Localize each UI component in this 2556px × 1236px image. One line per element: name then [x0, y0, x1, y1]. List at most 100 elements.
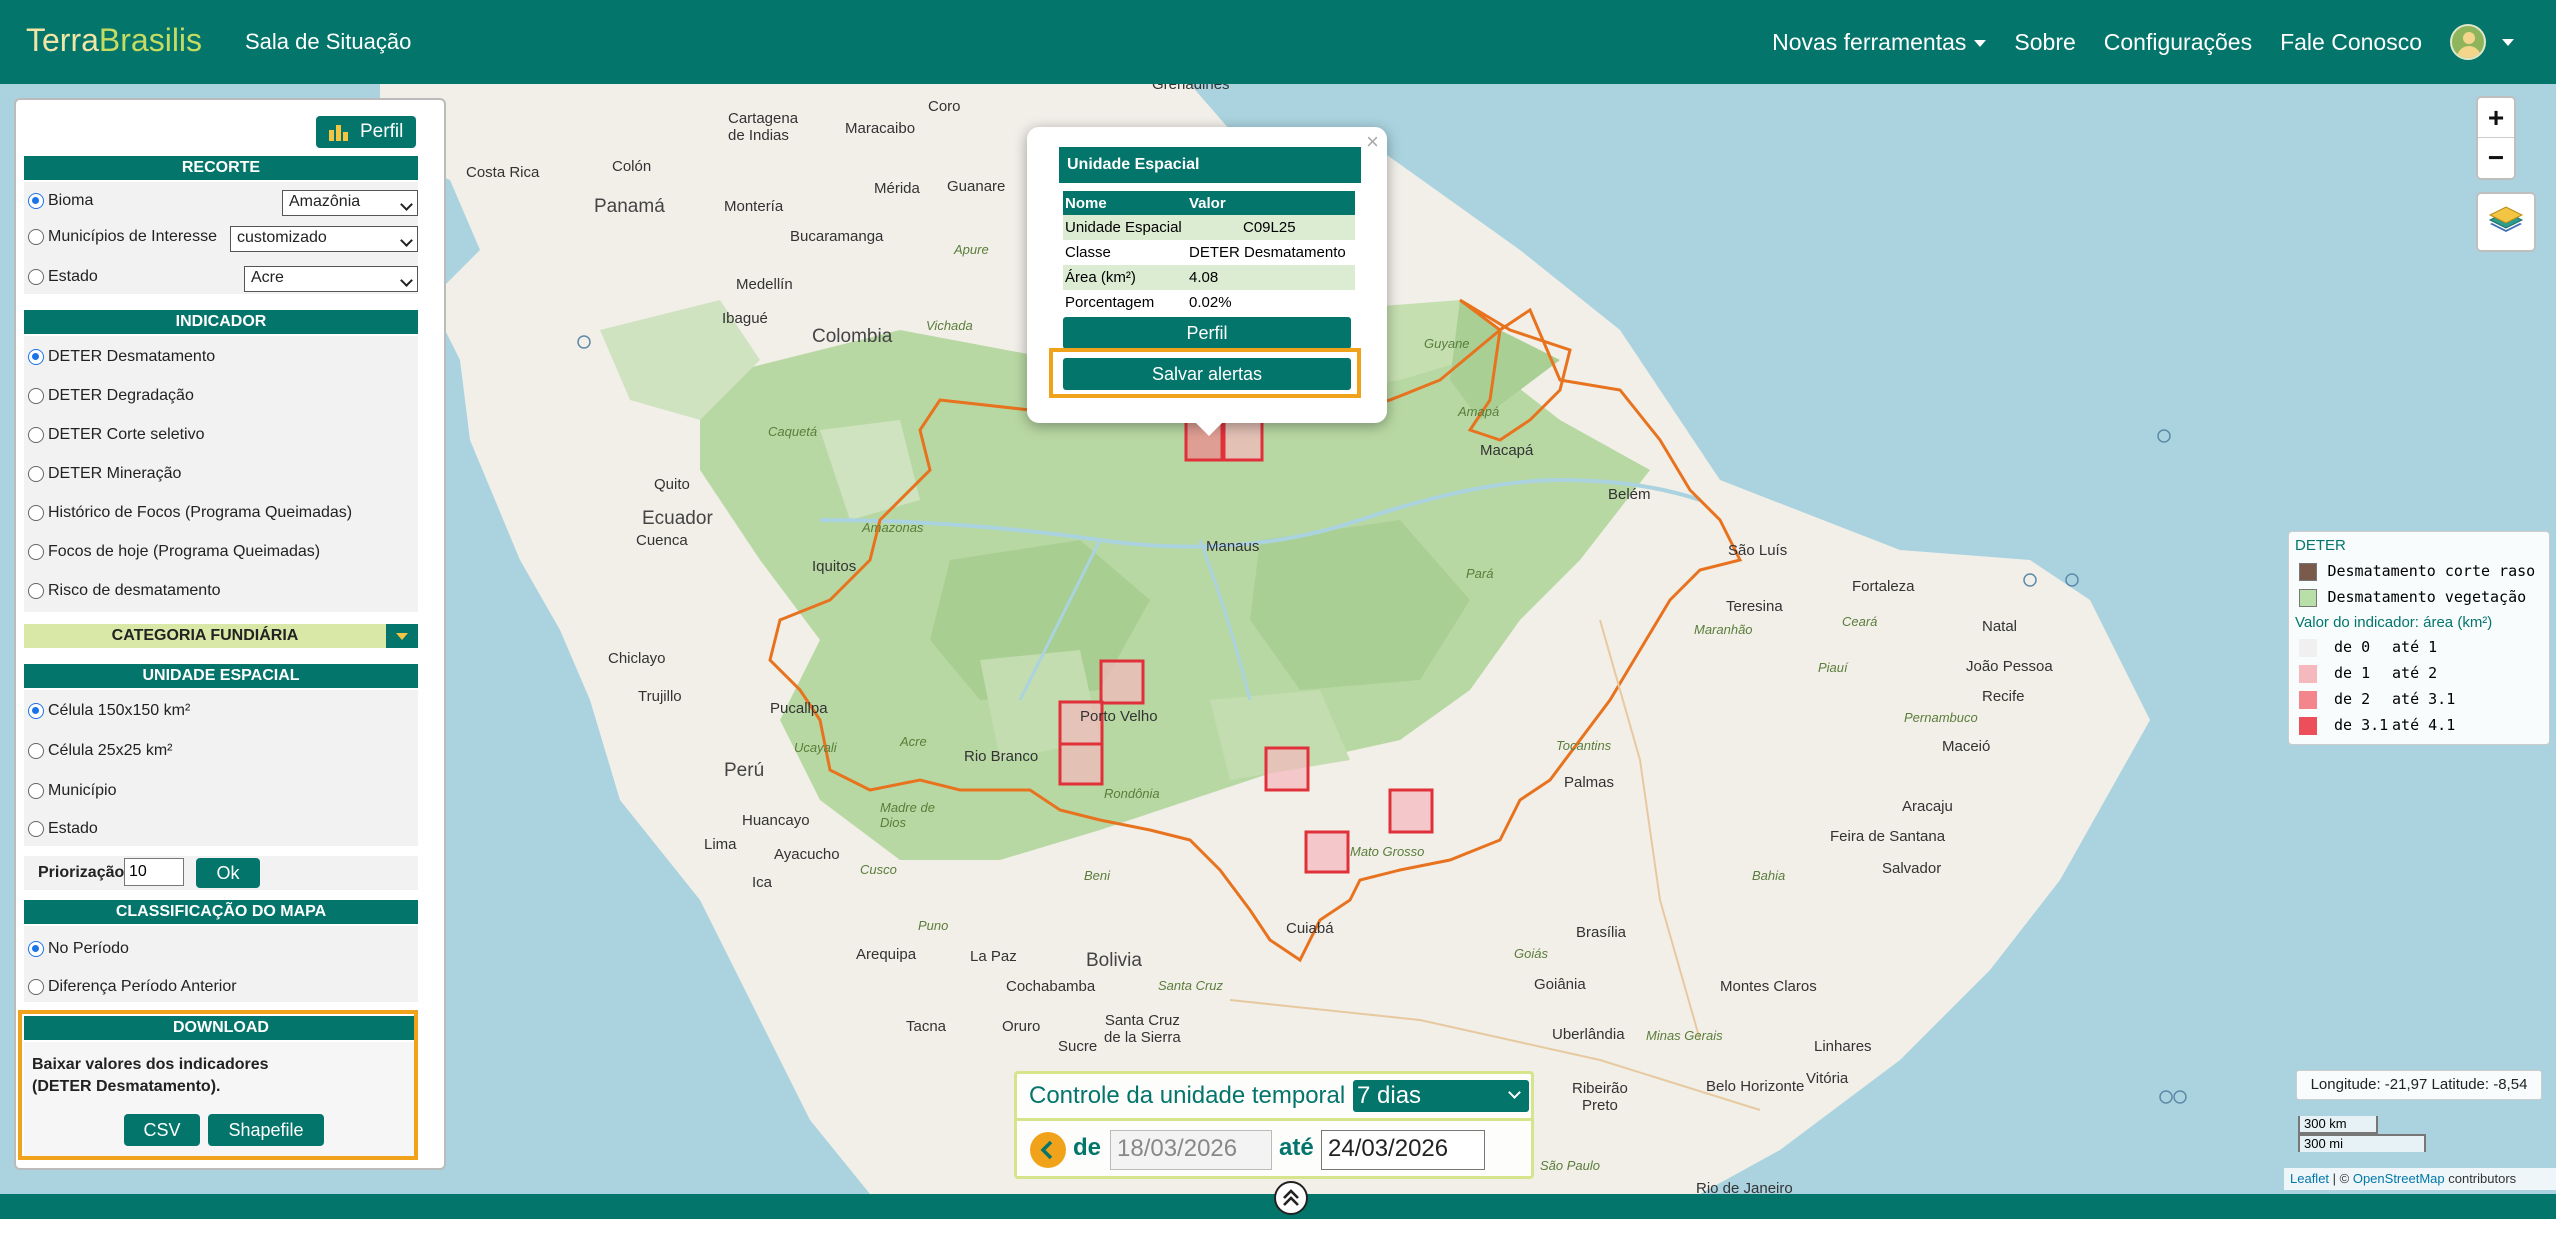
brand-part2: Brasilis	[98, 22, 203, 58]
categoria-fundiaria-toggle[interactable]: CATEGORIA FUNDIÁRIA	[24, 624, 418, 648]
radio-classificacao[interactable]	[28, 979, 44, 995]
radio-unidade[interactable]	[28, 783, 44, 799]
legend-swatch	[2299, 716, 2317, 735]
salvar-alertas-button[interactable]: Salvar alertas	[1063, 358, 1351, 390]
nav-sobre[interactable]: Sobre	[2014, 29, 2075, 56]
radio-unidade[interactable]	[28, 743, 44, 759]
spatial-unit-popup: × Unidade Espacial Nome Valor Unidade Es…	[1027, 127, 1387, 423]
indicador-option[interactable]: DETER Corte seletivo	[28, 426, 205, 444]
legend-swatch	[2299, 690, 2317, 709]
radio-classificacao[interactable]	[28, 941, 44, 957]
unidade-option[interactable]: Célula 25x25 km²	[28, 742, 173, 760]
map-label: Pernambuco	[1904, 710, 1978, 725]
map-label: Aracaju	[1902, 798, 1953, 815]
nav-subtitle[interactable]: Sala de Situação	[245, 29, 411, 55]
indicator-cell[interactable]	[1388, 788, 1434, 834]
temporal-divider	[1017, 1118, 1531, 1121]
nav-configuracoes[interactable]: Configurações	[2104, 29, 2252, 56]
indicator-cell[interactable]	[1222, 418, 1264, 462]
map-label: Linhares	[1814, 1038, 1872, 1055]
priorizacao-ok-button[interactable]: Ok	[196, 858, 260, 888]
indicador-option-label: Histórico de Focos (Programa Queimadas)	[48, 504, 353, 521]
top-navbar: TerraBrasilis Sala de Situação Novas fer…	[0, 0, 2556, 84]
section-indicador: DETER Desmatamento DETER Degradação DETE…	[24, 336, 418, 612]
radio-unidade[interactable]	[28, 703, 44, 719]
attribution-leaflet-link[interactable]: Leaflet	[2290, 1171, 2329, 1186]
indicador-option[interactable]: Risco de desmatamento	[28, 582, 221, 600]
indicador-option-label: DETER Desmatamento	[48, 348, 216, 365]
map-label: Cochabamba	[1006, 978, 1096, 995]
radio-indicador[interactable]	[28, 583, 44, 599]
radio-estado[interactable]	[28, 269, 44, 285]
user-menu[interactable]	[2450, 24, 2514, 60]
map-label: João Pessoa	[1966, 658, 2053, 675]
previous-period-button[interactable]	[1030, 1132, 1066, 1168]
indicador-option[interactable]: DETER Mineração	[28, 465, 181, 483]
legend-range-row: de 2 até 3.1	[2299, 690, 2455, 709]
map-label: Cuiabá	[1286, 920, 1334, 937]
radio-bioma[interactable]	[28, 193, 44, 209]
legend-class-label: Desmatamento corte raso	[2327, 562, 2536, 580]
radio-unidade[interactable]	[28, 821, 44, 837]
recorte-estado[interactable]: Estado	[28, 268, 98, 286]
popup-perfil-button[interactable]: Perfil	[1063, 317, 1351, 349]
map-legend: DETER Desmatamento corte raso Desmatamen…	[2288, 531, 2550, 745]
popup-close-button[interactable]: ×	[1366, 129, 1379, 155]
date-from-label: de	[1073, 1134, 1102, 1161]
map-label: La Paz	[970, 948, 1017, 965]
municipios-select[interactable]: customizado	[230, 226, 418, 252]
radio-indicador[interactable]	[28, 349, 44, 365]
radio-municipios[interactable]	[28, 229, 44, 245]
perfil-button[interactable]: Perfil	[316, 116, 416, 148]
legend-range-from: de 0	[2334, 638, 2371, 656]
priorizacao-input[interactable]: 10	[124, 858, 184, 886]
map-label: Belo Horizonte	[1706, 1078, 1805, 1095]
nav-fale-conosco[interactable]: Fale Conosco	[2280, 29, 2422, 56]
map-label: Cusco	[860, 862, 897, 877]
unidade-option[interactable]: Município	[28, 782, 116, 800]
recorte-municipios[interactable]: Municípios de Interesse	[28, 228, 217, 246]
legend-range-from: de 3.1	[2334, 716, 2389, 734]
attribution-osm-link[interactable]: OpenStreetMap	[2353, 1171, 2445, 1186]
radio-indicador[interactable]	[28, 544, 44, 560]
indicador-option[interactable]: Histórico de Focos (Programa Queimadas)	[28, 504, 352, 522]
map-label: Recife	[1982, 688, 2025, 705]
indicador-option-label: DETER Degradação	[48, 387, 194, 404]
map-label: Lima	[704, 836, 737, 853]
radio-indicador[interactable]	[28, 427, 44, 443]
date-from-input[interactable]: 18/03/2026	[1110, 1130, 1272, 1170]
recorte-bioma[interactable]: Bioma	[28, 192, 93, 210]
radio-indicador[interactable]	[28, 505, 44, 521]
period-select[interactable]: 7 dias	[1353, 1080, 1529, 1112]
section-recorte: Bioma Amazônia Municípios de Interesse c…	[24, 182, 418, 294]
radio-indicador[interactable]	[28, 466, 44, 482]
nav-novas-ferramentas[interactable]: Novas ferramentas	[1772, 29, 1987, 56]
map-label: Pucallpa	[770, 700, 828, 717]
indicator-cell[interactable]	[1304, 830, 1350, 874]
indicator-cell[interactable]	[1058, 742, 1104, 786]
indicador-option[interactable]: Focos de hoje (Programa Queimadas)	[28, 543, 320, 561]
bioma-select[interactable]: Amazônia	[282, 190, 418, 216]
collapse-panel-button[interactable]	[1274, 1181, 1308, 1215]
brand-logo[interactable]: TerraBrasilis	[26, 22, 202, 59]
map-label: Goiânia	[1534, 976, 1586, 993]
indicador-option[interactable]: DETER Desmatamento	[28, 348, 215, 366]
zoom-out-button[interactable]: −	[2478, 138, 2514, 178]
indicator-cell[interactable]	[1099, 659, 1145, 705]
legend-range-to: até 4.1	[2392, 716, 2456, 734]
estado-select[interactable]: Acre	[244, 266, 418, 292]
unidade-option-label: Estado	[48, 820, 98, 837]
unidade-option[interactable]: Estado	[28, 820, 98, 838]
layers-button[interactable]	[2476, 192, 2536, 252]
categoria-fundiaria-label: CATEGORIA FUNDIÁRIA	[111, 627, 299, 644]
popup-cell-name: Área (km²)	[1065, 269, 1136, 286]
classificacao-option[interactable]: Diferença Período Anterior	[28, 978, 237, 996]
zoom-in-button[interactable]: +	[2478, 98, 2514, 138]
classificacao-option[interactable]: No Período	[28, 940, 129, 958]
unidade-option[interactable]: Célula 150x150 km²	[28, 702, 190, 720]
table-row: Unidade Espacial C09L25	[1063, 215, 1355, 240]
indicator-cell[interactable]	[1264, 746, 1310, 792]
radio-indicador[interactable]	[28, 388, 44, 404]
indicador-option[interactable]: DETER Degradação	[28, 387, 194, 405]
date-to-input[interactable]: 24/03/2026	[1321, 1130, 1485, 1170]
